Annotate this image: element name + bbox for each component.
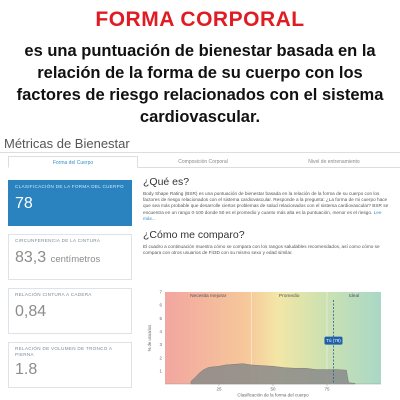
x-axis-label: Clasificación de la forma del cuerpo — [237, 393, 309, 398]
compare-text: El cuadro a continuación muestra cómo se… — [143, 244, 380, 256]
metric-value: 0,84 — [15, 303, 47, 320]
metrics-list: CLASIFICACIÓN DE LA FORMA DEL CUERPO 78 … — [8, 180, 132, 396]
tab-forma-del-cuerpo[interactable]: Forma del Cuerpo — [8, 156, 138, 168]
metric-value: 83,3 centímetros — [15, 249, 125, 267]
what-heading: ¿Qué es? — [143, 176, 190, 188]
metric-card-relacion-cintura-cadera[interactable]: RELACIÓN CINTURA A CADERA 0,84 — [8, 288, 132, 334]
x-tick-label: 75 — [324, 387, 330, 392]
metric-value: 1.8 — [15, 361, 38, 378]
user-marker-label: Tú (78) — [326, 338, 341, 343]
metric-card-forma-del-cuerpo[interactable]: CLASIFICACIÓN DE LA FORMA DEL CUERPO 78 — [8, 180, 132, 226]
what-body: Body Shape Rating (BSR) es una puntuació… — [143, 191, 389, 215]
tab-bar: Forma del Cuerpo Composición Corporal Ni… — [8, 156, 400, 168]
tab-composicion-corporal[interactable]: Composición Corporal — [138, 156, 268, 168]
metric-label: CIRCUNFERENCIA DE LA CINTURA — [15, 238, 101, 243]
band-label: Ideal — [349, 293, 359, 299]
band-label: Necesita mejorar — [190, 293, 227, 299]
y-tick-label: 4 — [159, 329, 162, 334]
y-tick-label: 6 — [159, 303, 162, 308]
metric-unit: centímetros — [50, 254, 101, 265]
metric-card-circunferencia-cintura[interactable]: CIRCUNFERENCIA DE LA CINTURA 83,3 centím… — [8, 234, 132, 280]
metric-label: RELACIÓN CINTURA A CADERA — [15, 292, 92, 297]
y-tick-label: 3 — [159, 342, 162, 347]
x-tick-label: 50 — [270, 387, 276, 392]
subheadline: es una puntuación de bienestar basada en… — [16, 42, 384, 126]
bsr-distribution-chart: Necesita mejorar Promedio Ideal 1 2 3 4 5 6 7 % de… — [143, 286, 393, 398]
band-label: Promedio — [279, 293, 300, 299]
metric-label: CLASIFICACIÓN DE LA FORMA DEL CUERPO — [15, 184, 124, 189]
y-tick-label: 5 — [159, 316, 162, 321]
headline: FORMA CORPORAL — [95, 8, 305, 31]
chart-svg: Necesita mejorar Promedio Ideal 1 2 3 4 5 6 7 % de… — [147, 290, 381, 398]
y-axis-label: % de usuarios — [147, 325, 152, 352]
compare-heading: ¿Cómo me comparo? — [143, 229, 245, 242]
y-tick-label: 2 — [159, 355, 162, 360]
metric-value: 78 — [15, 195, 33, 212]
metric-label: RELACIÓN DE VOLUMEN DE TRONCO A PIERNA — [15, 346, 113, 357]
page-title: Métricas de Bienestar — [4, 136, 130, 151]
metric-card-volumen-tronco-pierna[interactable]: RELACIÓN DE VOLUMEN DE TRONCO A PIERNA 1… — [8, 342, 132, 388]
title-divider — [0, 152, 400, 153]
metric-number: 83,3 — [15, 249, 47, 266]
y-tick-label: 1 — [159, 368, 162, 373]
what-text: Body Shape Rating (BSR) es una puntuació… — [143, 191, 395, 222]
y-tick-label: 7 — [159, 290, 162, 295]
x-tick-label: 25 — [216, 387, 222, 392]
info-panel: ¿Qué es? Body Shape Rating (BSR) es una … — [143, 176, 395, 256]
tab-nivel-de-entrenamiento[interactable]: Nivel de entrenamiento — [268, 156, 400, 168]
